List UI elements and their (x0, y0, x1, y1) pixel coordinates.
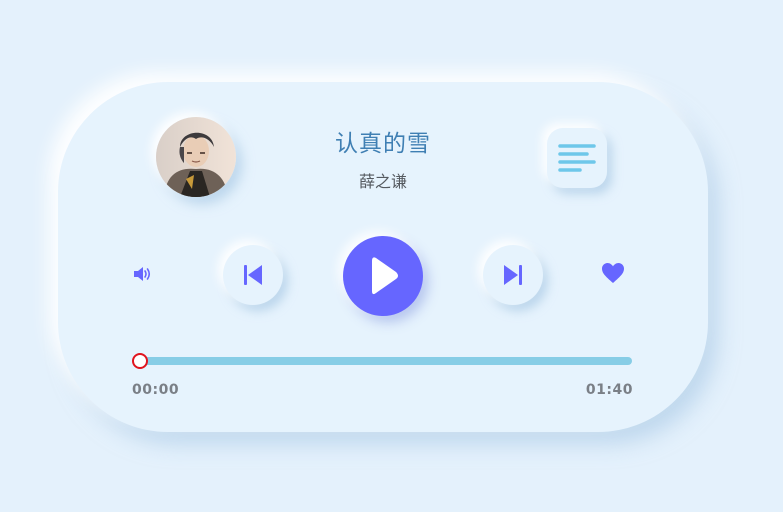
skip-next-icon (504, 265, 522, 285)
play-icon (372, 257, 398, 295)
menu-lines-icon (558, 144, 596, 172)
previous-track-button[interactable] (223, 245, 283, 305)
heart-icon[interactable] (601, 262, 625, 288)
volume-icon[interactable] (132, 264, 152, 288)
next-track-button[interactable] (483, 245, 543, 305)
play-button[interactable] (343, 236, 423, 316)
progress-bar[interactable] (132, 353, 632, 369)
artist-name: 薛之谦 (358, 172, 407, 191)
playlist-menu-button[interactable] (547, 128, 607, 188)
skip-previous-icon (244, 265, 262, 285)
current-time: 00:00 (132, 382, 180, 398)
progress-knob[interactable] (132, 353, 148, 369)
total-time: 01:40 (585, 382, 633, 398)
music-player-card: 认真的雪 薛之谦 00:00 01:40 (58, 82, 708, 432)
song-title: 认真的雪 (335, 131, 431, 157)
